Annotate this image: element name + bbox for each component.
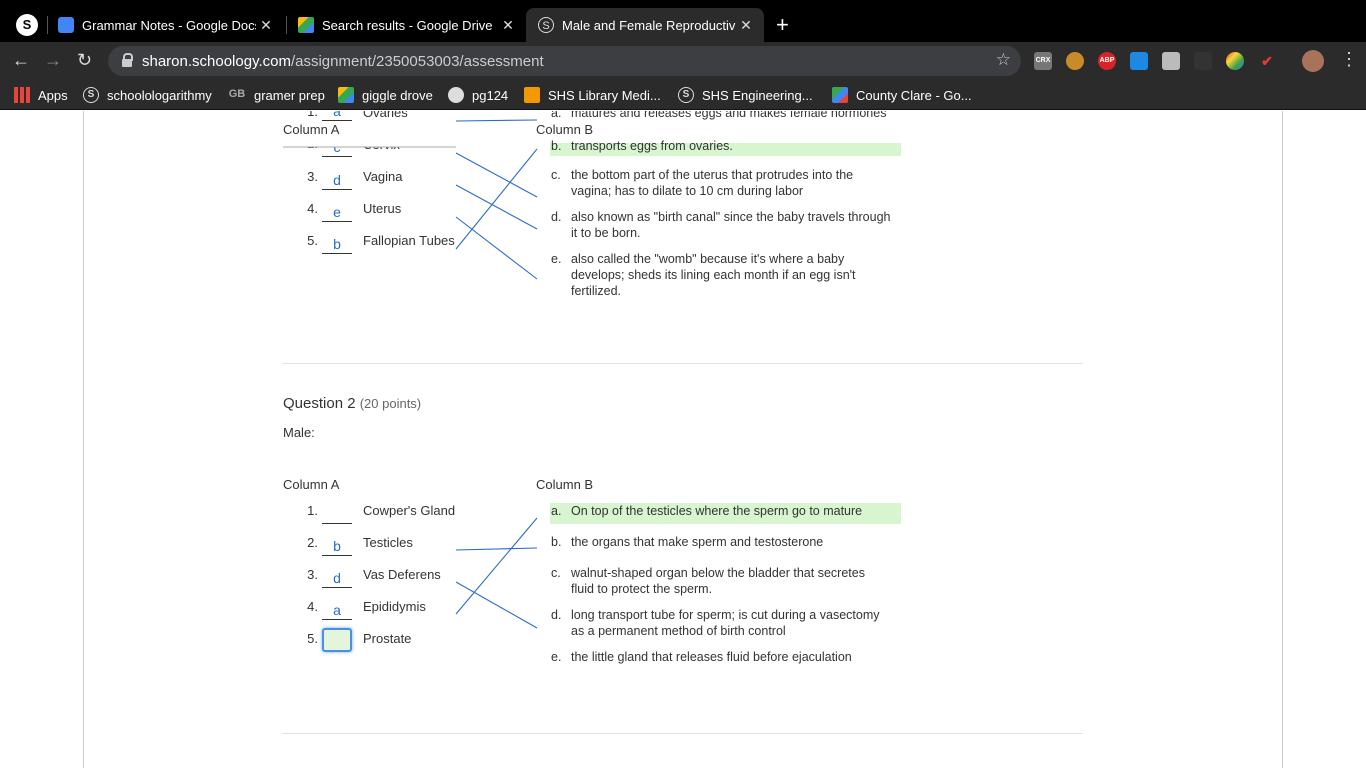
owl-extension-icon[interactable] [1066, 52, 1084, 70]
briefcase-extension-icon[interactable] [1162, 52, 1180, 70]
bookmark-label: County Clare - Go... [856, 87, 972, 103]
bookmark-label: Apps [38, 87, 68, 103]
match-line [455, 517, 538, 615]
match-line [455, 547, 538, 551]
close-icon[interactable]: ✕ [736, 17, 756, 34]
library-icon [524, 87, 540, 103]
adblock-plus-icon[interactable]: ABP [1098, 52, 1116, 70]
close-icon[interactable]: ✕ [498, 17, 518, 34]
google-maps-icon [832, 87, 848, 103]
tab-grammar-notes[interactable]: Grammar Notes - Google Docs ✕ [46, 8, 284, 42]
bookmark-label: schoolologarithmy [107, 87, 212, 103]
schoology-icon: S [678, 87, 694, 103]
bookmark-label: SHS Library Medi... [548, 87, 661, 103]
match-lines-q2 [455, 517, 538, 629]
gb-icon: GB [228, 88, 246, 100]
avatar[interactable] [1302, 50, 1324, 72]
crx-extension-icon[interactable]: CRX [1034, 52, 1052, 70]
schoology-icon[interactable]: S [16, 14, 38, 36]
assessment-page: 1. a Ovaries a. matures and releases eggs… [0, 111, 1366, 768]
google-drive-icon [338, 87, 354, 103]
bookmark-gramer-prep[interactable]: GB gramer prep [228, 86, 325, 104]
globe-icon [448, 87, 464, 103]
check-extension-icon[interactable] [1130, 52, 1148, 70]
check-mark-extension-icon[interactable]: ✔ [1258, 52, 1276, 70]
browser-toolbar: ← → ↻ sharon.schoology.com/assignment/23… [0, 42, 1366, 80]
bookmark-schoolologarithmy[interactable]: S schoolologarithmy [83, 86, 212, 104]
address-bar[interactable]: sharon.schoology.com/assignment/23500530… [108, 46, 1021, 76]
apps-grid-icon [14, 87, 30, 103]
tab-title: Male and Female Reproductive [562, 17, 736, 33]
extension-icon[interactable] [1194, 52, 1212, 70]
tab-google-drive[interactable]: Search results - Google Drive ✕ [286, 8, 526, 42]
bookmark-county-clare[interactable]: County Clare - Go... [832, 86, 972, 104]
bookmark-star-icon[interactable]: ☆ [996, 50, 1011, 70]
forward-button[interactable]: → [44, 50, 62, 71]
reload-button[interactable]: ↻ [77, 50, 92, 71]
bookmark-apps[interactable]: Apps [14, 86, 68, 104]
tab-title: Search results - Google Drive [322, 17, 493, 33]
close-icon[interactable]: ✕ [256, 17, 276, 34]
google-docs-icon [58, 17, 74, 33]
bookmark-shs-library[interactable]: SHS Library Medi... [524, 86, 661, 104]
bookmarks-bar: Apps S schoolologarithmy GB gramer prep … [0, 80, 1366, 110]
match-line [455, 581, 538, 629]
bookmark-label: pg124 [472, 87, 509, 103]
tab-reproductive-assessment[interactable]: S Male and Female Reproductive ✕ [526, 8, 764, 42]
schoology-icon: S [538, 17, 554, 33]
google-drive-icon [298, 17, 314, 33]
back-button[interactable]: ← [12, 50, 30, 71]
bookmark-label: giggle drove [362, 87, 433, 103]
bookmark-label: gramer prep [254, 87, 325, 103]
url-text[interactable]: sharon.schoology.com/assignment/23500530… [142, 53, 544, 70]
bookmark-shs-engineering[interactable]: S SHS Engineering... [678, 86, 813, 104]
new-tab-button[interactable]: + [776, 12, 789, 38]
bookmark-label: SHS Engineering... [702, 87, 813, 103]
bookmark-pg124[interactable]: pg124 [448, 86, 508, 104]
color-extension-icon[interactable] [1226, 52, 1244, 70]
tab-strip: S Grammar Notes - Google Docs ✕ Search r… [0, 0, 1366, 42]
lock-icon [122, 53, 133, 67]
schoology-icon: S [83, 87, 99, 103]
bookmark-giggle-drove[interactable]: giggle drove [338, 86, 433, 104]
chrome-menu-icon[interactable]: ⋮ [1340, 49, 1358, 70]
tab-title: Grammar Notes - Google Docs [82, 17, 256, 33]
question-divider [282, 733, 1083, 734]
